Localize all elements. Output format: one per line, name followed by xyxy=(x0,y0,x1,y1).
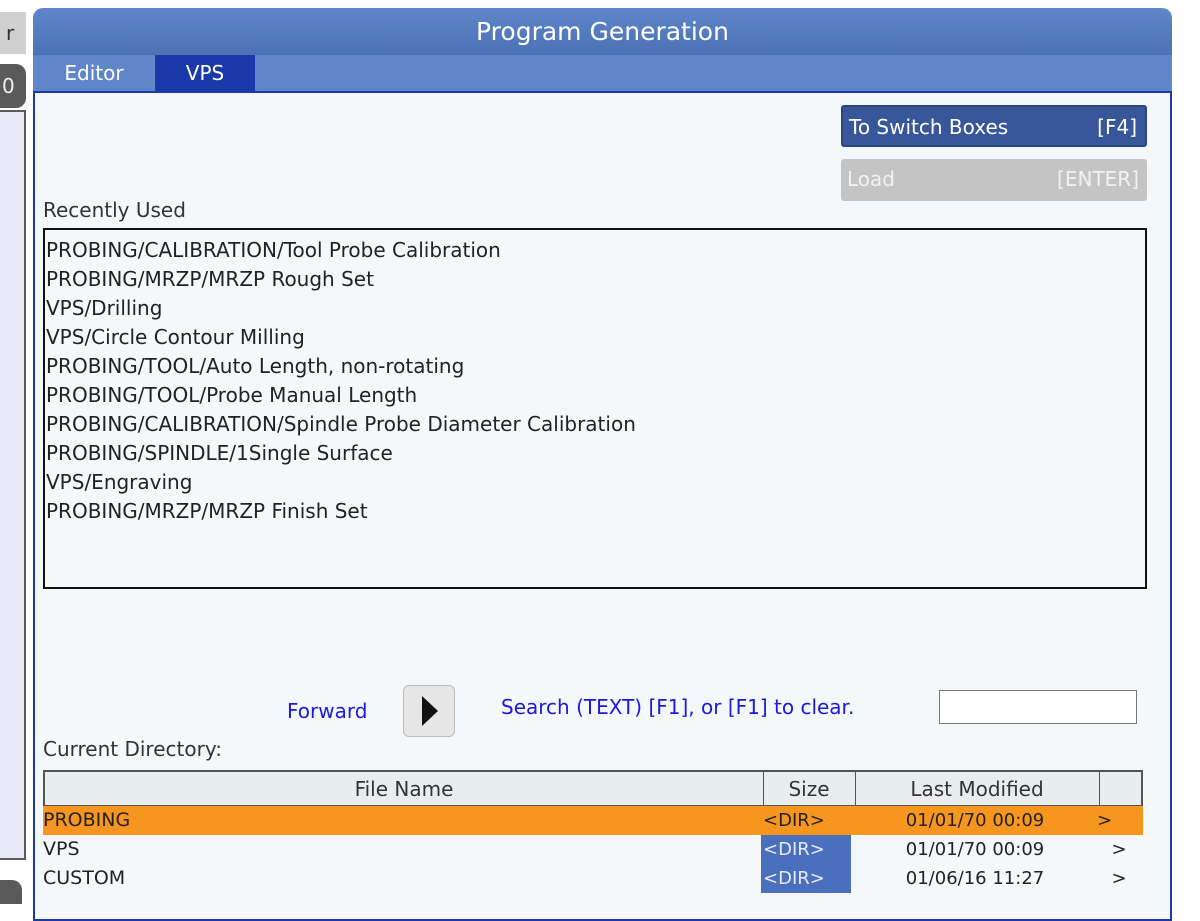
load-button[interactable]: Load [ENTER] xyxy=(841,159,1147,201)
load-label: Load xyxy=(847,167,895,191)
file-table: File Name Size Last Modified PROBING <DI… xyxy=(43,770,1143,893)
modified-cell: 01/01/70 00:09 xyxy=(905,839,1045,860)
table-row[interactable]: VPS <DIR> 01/01/70 00:09 > xyxy=(43,835,1143,864)
left-panel: r 0 xyxy=(0,0,28,904)
recent-item[interactable]: PROBING/MRZP/MRZP Rough Set xyxy=(45,265,1145,294)
recent-item[interactable]: PROBING/CALIBRATION/Tool Probe Calibrati… xyxy=(45,236,1145,265)
left-dark-tab[interactable]: 0 xyxy=(0,64,26,108)
file-name-cell: PROBING xyxy=(43,809,131,831)
column-last-modified[interactable]: Last Modified xyxy=(855,772,1100,806)
program-generation-window: Program Generation Editor VPS To Switch … xyxy=(33,8,1172,921)
recent-item[interactable]: PROBING/MRZP/MRZP Finish Set xyxy=(45,497,1145,526)
column-file-name[interactable]: File Name xyxy=(45,772,764,806)
table-row[interactable]: CUSTOM <DIR> 01/06/16 11:27 > xyxy=(43,864,1143,893)
size-cell: <DIR> xyxy=(761,864,851,893)
recent-item[interactable]: PROBING/TOOL/Probe Manual Length xyxy=(45,381,1145,410)
recent-item[interactable]: PROBING/CALIBRATION/Spindle Probe Diamet… xyxy=(45,410,1145,439)
file-name-cell: VPS xyxy=(43,838,80,860)
left-dark-bottom xyxy=(0,880,22,904)
left-tab[interactable]: r xyxy=(0,12,26,54)
modified-cell: 01/01/70 00:09 xyxy=(905,810,1045,831)
switch-boxes-button[interactable]: To Switch Boxes [F4] xyxy=(841,105,1147,147)
recent-item[interactable]: VPS/Drilling xyxy=(45,294,1145,323)
recent-item[interactable]: VPS/Engraving xyxy=(45,468,1145,497)
column-size[interactable]: Size xyxy=(763,772,856,806)
tab-vps[interactable]: VPS xyxy=(155,55,255,91)
left-panel-body xyxy=(0,110,26,860)
file-name-cell: CUSTOM xyxy=(43,867,126,889)
chevron-right-icon[interactable]: > xyxy=(1097,835,1141,864)
vps-content: To Switch Boxes [F4] Load [ENTER] Recent… xyxy=(33,91,1172,921)
table-row[interactable]: PROBING <DIR> 01/01/70 00:09 > xyxy=(43,806,1143,835)
recent-item[interactable]: PROBING/TOOL/Auto Length, non-rotating xyxy=(45,352,1145,381)
chevron-right-icon[interactable]: > xyxy=(1097,864,1141,893)
load-key: [ENTER] xyxy=(1057,167,1139,191)
current-directory-heading: Current Directory: xyxy=(43,737,222,761)
switch-boxes-key: [F4] xyxy=(1097,115,1137,139)
recently-used-heading: Recently Used xyxy=(43,198,186,222)
window-title: Program Generation xyxy=(33,8,1172,55)
recent-item[interactable]: VPS/Circle Contour Milling xyxy=(45,323,1145,352)
size-cell: <DIR> xyxy=(761,806,851,835)
size-cell: <DIR> xyxy=(761,835,851,864)
table-header: File Name Size Last Modified xyxy=(43,770,1143,806)
chevron-right-icon[interactable]: > xyxy=(1097,806,1141,835)
play-arrow-icon xyxy=(422,696,438,726)
column-arrow xyxy=(1099,772,1143,806)
forward-button[interactable] xyxy=(403,685,455,737)
recently-used-list[interactable]: PROBING/CALIBRATION/Tool Probe Calibrati… xyxy=(43,228,1147,589)
switch-boxes-label: To Switch Boxes xyxy=(849,115,1009,139)
tab-editor[interactable]: Editor xyxy=(33,55,155,91)
search-hint: Search (TEXT) [F1], or [F1] to clear. xyxy=(501,695,855,719)
tab-bar: Editor VPS xyxy=(33,55,1172,91)
recent-item[interactable]: PROBING/SPINDLE/1Single Surface xyxy=(45,439,1145,468)
search-input[interactable] xyxy=(939,690,1137,724)
modified-cell: 01/06/16 11:27 xyxy=(905,868,1045,889)
forward-label: Forward xyxy=(287,699,368,723)
